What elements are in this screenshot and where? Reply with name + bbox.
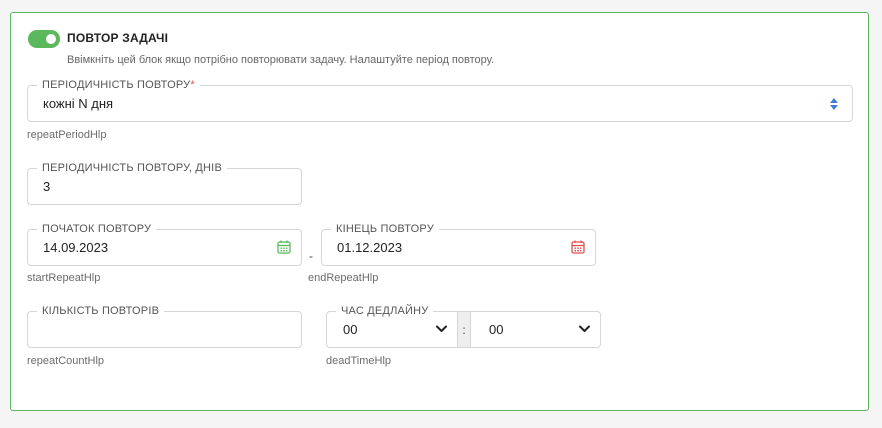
chevron-down-icon — [579, 325, 590, 332]
repeat-days-label: ПЕРІОДИЧНІСТЬ ПОВТОРУ, ДНІВ — [37, 161, 227, 175]
section-description: Ввімкніть цей блок якщо потрібно повторю… — [67, 54, 495, 66]
repeat-period-select[interactable]: ПЕРІОДИЧНІСТЬ ПОВТОРУ* кожні N дня — [27, 78, 853, 122]
start-date-value: 14.09.2023 — [43, 240, 109, 255]
calendar-icon[interactable] — [571, 240, 585, 254]
deadline-hours-select[interactable]: ЧАС ДЕДЛАЙНУ 00 — [326, 304, 458, 348]
time-colon-separator: : — [458, 311, 470, 348]
deadline-hours-value: 00 — [343, 322, 358, 337]
start-date-help: startRepeatHlp — [27, 272, 101, 284]
repeat-period-value: кожні N дня — [43, 96, 114, 111]
end-date-input[interactable]: КІНЕЦЬ ПОВТОРУ 01.12.2023 — [321, 222, 596, 266]
toggle-knob — [46, 34, 56, 44]
repeat-task-card: ПОВТОР ЗАДАЧІ Ввімкніть цей блок якщо по… — [10, 12, 869, 411]
repeat-toggle[interactable] — [28, 30, 60, 48]
start-date-input[interactable]: ПОЧАТОК ПОВТОРУ 14.09.2023 — [27, 222, 302, 266]
repeat-count-help: repeatCountHlp — [27, 355, 105, 367]
required-mark: * — [190, 79, 195, 91]
repeat-days-value: 3 — [43, 179, 51, 194]
sort-arrows-icon — [830, 98, 838, 110]
date-range-separator: - — [309, 249, 313, 263]
end-date-help: endRepeatHlp — [308, 272, 379, 284]
deadline-minutes-value: 00 — [489, 322, 504, 337]
chevron-down-icon — [436, 325, 447, 332]
repeat-count-input[interactable]: КІЛЬКІСТЬ ПОВТОРІВ — [27, 304, 302, 348]
repeat-days-input[interactable]: ПЕРІОДИЧНІСТЬ ПОВТОРУ, ДНІВ 3 — [27, 161, 302, 205]
deadline-minutes-select[interactable]: 00 — [470, 311, 601, 348]
end-date-value: 01.12.2023 — [337, 240, 403, 255]
section-title: ПОВТОР ЗАДАЧІ — [67, 31, 169, 45]
repeat-count-label: КІЛЬКІСТЬ ПОВТОРІВ — [37, 304, 165, 318]
calendar-icon[interactable] — [277, 240, 291, 254]
deadline-time-help: deadTimeHlp — [326, 355, 392, 367]
repeat-period-help: repeatPeriodHlp — [27, 129, 107, 141]
